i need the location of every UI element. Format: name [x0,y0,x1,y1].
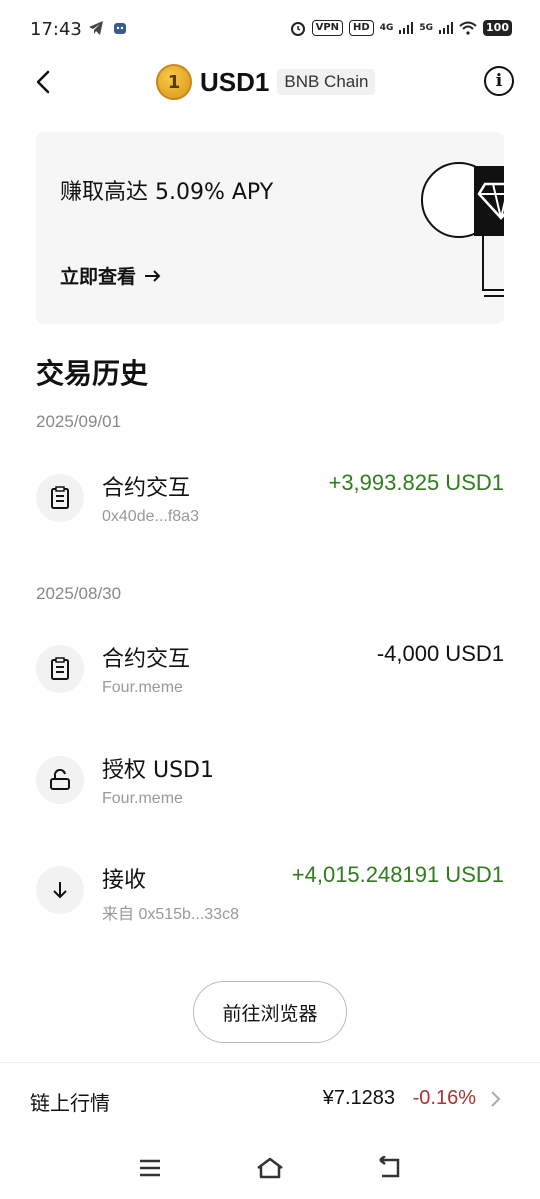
transaction-row[interactable]: 合约交互 0x40de...f8a3 +3,993.825 USD1 [36,456,504,536]
home-button[interactable] [254,1152,286,1184]
hd-badge: HD [349,20,374,36]
token-title: 1 USD1 BNB Chain [156,64,376,100]
arrow-right-icon [145,269,161,282]
page-title: USD1 [200,66,270,97]
transaction-amount: +3,993.825 USD1 [328,470,504,495]
contract-icon [36,474,84,522]
history-title: 交易历史 [36,357,149,390]
transaction-title: 合约交互 [102,647,191,672]
transaction-amount: +4,015.248191 USD1 [291,862,504,887]
usd1-coin-icon: 1 [156,64,192,100]
app-icon [114,23,126,34]
return-icon [379,1156,400,1178]
transaction-row[interactable]: 合约交互 Four.meme -4,000 USD1 [36,627,504,707]
status-bar: 17:43 VPN HD 4G 5G 100 [0,0,540,62]
status-time: 17:43 [30,19,82,40]
market-row[interactable]: 链上行情 ¥7.1283 -0.16% [0,1070,540,1130]
back-button[interactable] [28,66,58,98]
transaction-subtitle: Four.meme [102,679,183,696]
vpn-badge: VPN [311,20,344,36]
header: 1 USD1 BNB Chain i [0,56,540,108]
telegram-icon [89,21,103,35]
transaction-title: 合约交互 [102,476,191,501]
date-header: 2025/08/30 [36,584,122,603]
network-5g: 5G [419,23,434,33]
menu-icon [140,1159,160,1177]
transaction-subtitle: 0x40de...f8a3 [102,508,199,525]
banner-text: 赚取高达 5.09% APY [60,180,274,205]
unlock-icon [36,756,84,804]
arrow-down-icon [36,866,84,914]
network-4g: 4G [379,23,394,33]
chevron-right-icon [491,1091,501,1107]
market-change: -0.16% [412,1087,476,1109]
earn-illustration: D [421,162,504,297]
date-header: 2025/09/01 [36,412,122,431]
market-label: 链上行情 [30,1091,110,1115]
divider [0,1062,540,1063]
info-button[interactable]: i [484,66,514,96]
transaction-subtitle: 来自 0x515b...33c8 [102,906,239,923]
transaction-row[interactable]: 接收 来自 0x515b...33c8 +4,015.248191 USD1 [36,848,504,928]
wifi-icon [459,21,477,35]
chain-badge: BNB Chain [277,69,376,95]
transaction-title: 授权 USD1 [102,758,214,783]
battery-level: 100 [483,20,512,36]
home-icon [257,1157,283,1179]
earn-banner[interactable]: 赚取高达 5.09% APY 立即查看 D [36,132,504,324]
signal-icon-2 [439,22,454,34]
chevron-left-icon [36,70,50,94]
transaction-row[interactable]: 授权 USD1 Four.meme [36,738,504,818]
signal-icon [399,22,414,34]
explorer-button[interactable]: 前往浏览器 [193,981,347,1043]
back-nav-button[interactable] [374,1152,406,1184]
transaction-amount: -4,000 USD1 [376,641,504,666]
contract-icon [36,645,84,693]
banner-link[interactable]: 立即查看 [60,262,162,289]
alarm-icon [290,22,305,36]
market-price: ¥7.1283 [322,1087,395,1109]
transaction-title: 接收 [102,868,147,893]
transaction-subtitle: Four.meme [102,790,183,807]
system-nav-bar [0,1138,540,1199]
menu-button[interactable] [134,1152,166,1184]
info-icon: i [495,71,503,91]
